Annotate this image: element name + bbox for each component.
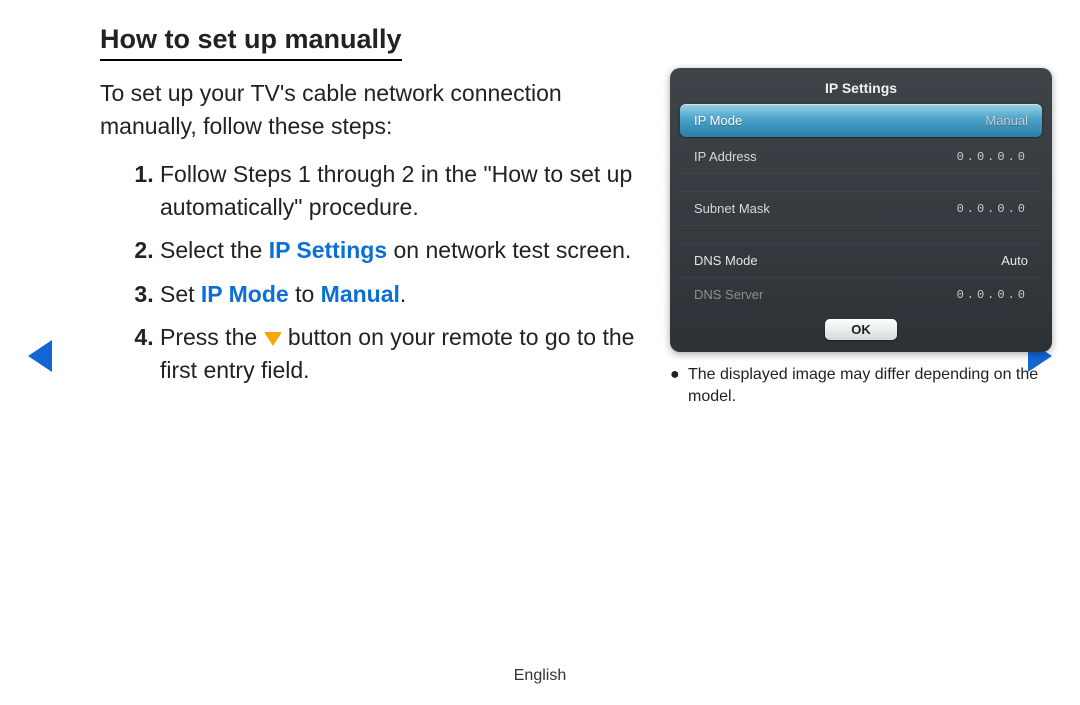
step-3-highlight-1: IP Mode <box>201 281 289 307</box>
subnet-mask-label: Subnet Mask <box>694 201 770 216</box>
subnet-mask-value: 0.0.0.0 <box>957 202 1028 216</box>
dns-server-label: DNS Server <box>694 287 763 302</box>
intro-text: To set up your TV's cable network connec… <box>100 77 650 144</box>
page-heading: How to set up manually <box>100 24 402 61</box>
bullet-icon: ● <box>670 364 688 386</box>
footer-language: English <box>0 667 1080 685</box>
row-spacer-2 <box>680 225 1042 243</box>
row-ip-mode[interactable]: IP Mode Manual <box>680 104 1042 137</box>
ip-mode-label: IP Mode <box>694 113 742 128</box>
ip-address-label: IP Address <box>694 149 757 164</box>
step-3-text-a: Set <box>160 281 201 307</box>
dns-mode-value: Auto <box>1001 253 1028 268</box>
ok-button[interactable]: OK <box>825 319 897 340</box>
down-arrow-icon <box>264 332 282 346</box>
step-3-text-e: . <box>400 281 406 307</box>
step-1: Follow Steps 1 through 2 in the "How to … <box>160 158 660 225</box>
ip-address-value: 0.0.0.0 <box>957 150 1028 164</box>
step-2-text-a: Select the <box>160 237 269 263</box>
disclaimer-note: ●The displayed image may differ dependin… <box>670 364 1052 407</box>
step-2-highlight: IP Settings <box>269 237 387 263</box>
tv-screenshot: IP Settings IP Mode Manual IP Address 0.… <box>670 68 1052 407</box>
step-4: Press the button on your remote to go to… <box>160 321 660 388</box>
row-dns-server: DNS Server 0.0.0.0 <box>680 277 1042 311</box>
ip-mode-value: Manual <box>985 113 1028 128</box>
step-3-highlight-2: Manual <box>321 281 400 307</box>
step-4-text-a: Press the <box>160 324 264 350</box>
disclaimer-text: The displayed image may differ depending… <box>688 366 1038 405</box>
steps-list: Follow Steps 1 through 2 in the "How to … <box>100 158 660 388</box>
step-2: Select the IP Settings on network test s… <box>160 234 660 267</box>
row-spacer <box>680 173 1042 191</box>
dns-server-value: 0.0.0.0 <box>957 288 1028 302</box>
row-subnet-mask[interactable]: Subnet Mask 0.0.0.0 <box>680 191 1042 225</box>
prev-page-arrow[interactable] <box>28 340 52 372</box>
ip-settings-panel: IP Settings IP Mode Manual IP Address 0.… <box>670 68 1052 352</box>
step-3-text-c: to <box>289 281 321 307</box>
step-2-text-c: on network test screen. <box>387 237 631 263</box>
row-dns-mode[interactable]: DNS Mode Auto <box>680 243 1042 277</box>
panel-title: IP Settings <box>680 76 1042 104</box>
row-ip-address[interactable]: IP Address 0.0.0.0 <box>680 139 1042 173</box>
dns-mode-label: DNS Mode <box>694 253 758 268</box>
step-3: Set IP Mode to Manual. <box>160 278 660 311</box>
